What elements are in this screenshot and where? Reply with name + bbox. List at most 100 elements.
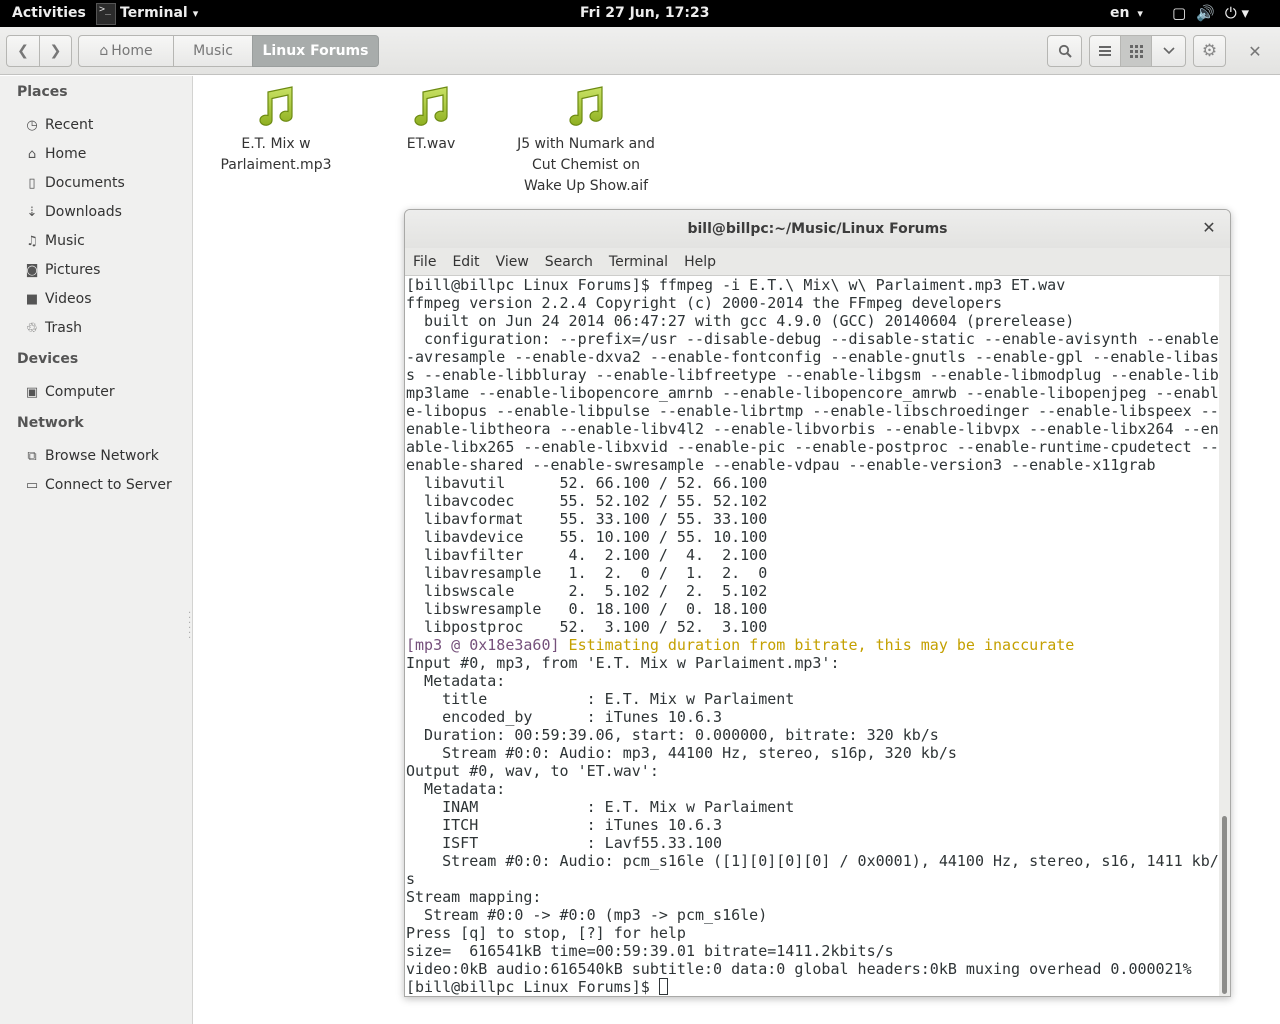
menu-terminal[interactable]: Terminal	[609, 248, 668, 275]
terminal-line: Stream #0:0 -> #0:0 (mp3 -> pcm_s16le)	[406, 906, 768, 924]
warning-message: Estimating duration from bitrate, this m…	[559, 636, 1075, 654]
breadcrumb-linux-forums[interactable]: Linux Forums	[252, 35, 379, 67]
terminal-output[interactable]: [bill@billpc Linux Forums]$ ffmpeg -i E.…	[405, 276, 1219, 996]
menu-edit[interactable]: Edit	[452, 248, 479, 275]
terminal-line: able-libx265 --enable-libxvid --enable-p…	[406, 438, 1219, 456]
file-item[interactable]: E.T. Mix w Parlaiment.mp3	[196, 84, 356, 176]
terminal-scrollbar[interactable]	[1219, 276, 1230, 996]
sidebar-item-browse-network[interactable]: ⧉ Browse Network	[24, 445, 159, 467]
menu-file[interactable]: File	[413, 248, 436, 275]
terminal-line: libpostproc 52. 3.100 / 52. 3.100	[406, 618, 768, 636]
sidebar-resize-handle[interactable]: · · · · · ·	[188, 609, 191, 644]
drive-icon: ▣	[25, 384, 39, 400]
search-icon	[1058, 44, 1072, 58]
close-files-button[interactable]: ✕	[1244, 41, 1266, 61]
terminal-titlebar[interactable]: bill@billpc:~/Music/Linux Forums ✕	[405, 210, 1230, 248]
sidebar-item-recent[interactable]: ◷ Recent	[24, 114, 93, 136]
sidebar-item-connect-server[interactable]: ▭ Connect to Server	[24, 474, 172, 496]
audio-file-icon	[569, 86, 603, 126]
window-icon: ▢	[1172, 4, 1187, 22]
sidebar-item-trash[interactable]: ♲ Trash	[24, 317, 82, 339]
sidebar-item-downloads[interactable]: ⇣ Downloads	[24, 201, 122, 223]
terminal-line: [bill@billpc Linux Forums]$ ffmpeg -i E.…	[406, 276, 1066, 294]
search-button[interactable]	[1047, 35, 1082, 67]
server-icon: ▭	[25, 477, 39, 493]
sidebar-item-computer[interactable]: ▣ Computer	[24, 381, 115, 403]
terminal-scrollbar-thumb[interactable]	[1222, 816, 1227, 994]
grid-view-button[interactable]	[1120, 35, 1152, 67]
language-indicator[interactable]: en ▾	[1110, 0, 1143, 27]
forward-button[interactable]: ❯	[39, 35, 72, 67]
file-name-line: Wake Up Show.aif	[523, 178, 649, 194]
document-icon: ▯	[28, 175, 36, 191]
terminal-line: size= 616541kB time=00:59:39.01 bitrate=…	[406, 942, 894, 960]
gear-icon: ⚙	[1201, 41, 1218, 61]
sidebar-item-label: Pictures	[45, 262, 101, 278]
language-label: en	[1110, 5, 1130, 21]
file-name-line: E.T. Mix w	[241, 136, 311, 152]
sidebar-item-label: Recent	[45, 117, 94, 133]
prompt-text: [bill@billpc Linux Forums]$	[406, 978, 659, 996]
breadcrumb-music[interactable]: Music	[173, 35, 253, 67]
sidebar-item-label: Documents	[45, 175, 125, 191]
terminal-cursor	[658, 978, 668, 995]
terminal-menubar: File Edit View Search Terminal Help	[405, 248, 1230, 276]
terminal-line: enable-shared --enable-swresample --enab…	[406, 456, 1156, 474]
menu-search[interactable]: Search	[545, 248, 593, 275]
file-name-line: Parlaiment.mp3	[220, 157, 332, 173]
breadcrumb-label: Music	[193, 43, 233, 59]
app-menu-arrow-icon: ▾	[192, 7, 199, 20]
file-item[interactable]: J5 with Numark and Cut Chemist on Wake U…	[506, 84, 666, 197]
chevron-down-icon	[1162, 47, 1175, 55]
clock[interactable]: Fri 27 Jun, 17:23	[580, 0, 710, 27]
terminal-close-button[interactable]: ✕	[1200, 219, 1218, 237]
sidebar-item-label: Trash	[45, 320, 82, 336]
terminal-window[interactable]: bill@billpc:~/Music/Linux Forums ✕ File …	[404, 209, 1231, 997]
terminal-warning-line: [mp3 @ 0x18e3a60] Estimating duration fr…	[406, 636, 1219, 654]
sidebar-item-label: Music	[45, 233, 85, 249]
volume-icon: 🔊	[1196, 4, 1215, 22]
file-item[interactable]: ET.wav	[351, 84, 511, 155]
view-options-button[interactable]	[1151, 35, 1186, 67]
app-menu-label: Terminal	[120, 5, 188, 21]
trash-icon: ♲	[26, 320, 38, 336]
terminal-line: -avresample --enable-dxva2 --enable-font…	[406, 348, 1219, 366]
terminal-line: s --enable-libbluray --enable-libfreetyp…	[406, 366, 1219, 384]
activities-button[interactable]: Activities	[12, 0, 86, 27]
sidebar-item-label: Home	[45, 146, 87, 162]
terminal-line: Press [q] to stop, [?] for help	[406, 924, 686, 942]
terminal-line: Output #0, wav, to 'ET.wav':	[406, 762, 659, 780]
menu-view[interactable]: View	[496, 248, 529, 275]
file-name-line: J5 with Numark and	[517, 136, 655, 152]
sidebar-item-documents[interactable]: ▯ Documents	[24, 172, 125, 194]
audio-file-icon	[259, 86, 293, 126]
app-menu[interactable]: >_ Terminal ▾	[96, 0, 198, 27]
terminal-line: INAM : E.T. Mix w Parlaiment	[406, 798, 795, 816]
back-button[interactable]: ❮	[6, 35, 40, 67]
settings-button[interactable]: ⚙	[1193, 35, 1226, 67]
sidebar-item-pictures[interactable]: ◙ Pictures	[24, 259, 101, 281]
network-icon: ⧉	[27, 448, 37, 464]
sidebar: Places ◷ Recent ⌂ Home ▯ Documents ⇣ Downloa…	[0, 76, 193, 1024]
system-status-area[interactable]: ▢ 🔊 ⏻ ▾	[1172, 0, 1249, 27]
sidebar-item-videos[interactable]: ■ Videos	[24, 288, 92, 310]
sidebar-item-music[interactable]: ♫ Music	[24, 230, 85, 252]
sidebar-item-label: Browse Network	[45, 448, 159, 464]
home-icon: ⌂	[27, 146, 37, 162]
terminal-line: s	[406, 870, 416, 888]
devices-heading: Devices	[17, 351, 79, 367]
home-icon: ⌂	[99, 43, 109, 59]
warning-tag: [mp3 @ 0x18e3a60]	[406, 636, 560, 654]
terminal-line: Stream #0:0: Audio: mp3, 44100 Hz, stere…	[406, 744, 957, 762]
terminal-line: encoded_by : iTunes 10.6.3	[406, 708, 723, 726]
top-bar: Activities >_ Terminal ▾ Fri 27 Jun, 17:…	[0, 0, 1280, 27]
list-view-button[interactable]	[1089, 35, 1121, 67]
list-view-icon	[1099, 46, 1111, 56]
terminal-line: Input #0, mp3, from 'E.T. Mix w Parlaime…	[406, 654, 840, 672]
files-header-bar: ❮ ❯ ⌂ Home Music Linux Forums ⚙ ✕	[0, 27, 1280, 75]
menu-help[interactable]: Help	[684, 248, 716, 275]
sidebar-item-label: Computer	[45, 384, 115, 400]
breadcrumb-home[interactable]: ⌂ Home	[78, 35, 174, 67]
sidebar-item-home[interactable]: ⌂ Home	[24, 143, 86, 165]
terminal-line: libswscale 2. 5.102 / 2. 5.102	[406, 582, 768, 600]
